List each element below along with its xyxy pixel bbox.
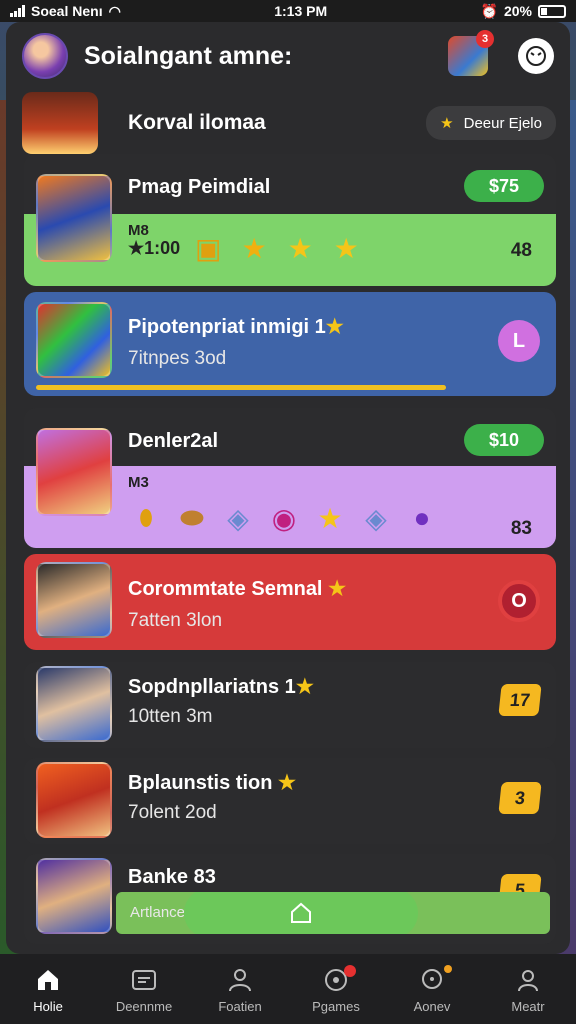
battery-percent: 20% — [503, 3, 532, 19]
player-avatar — [36, 562, 112, 638]
clock: 1:13 PM — [274, 3, 328, 19]
player-avatar — [36, 666, 112, 742]
trophy-icon: ▣ — [194, 232, 222, 264]
coin-icon: ⬮ — [139, 505, 153, 530]
carrier-label: Soeal Nenı — [31, 3, 103, 19]
egg-icon: ⬬ — [180, 501, 204, 533]
player-name: Korval ilomaa — [128, 111, 266, 134]
player-avatar — [22, 92, 98, 154]
orb-icon: ● — [413, 502, 431, 533]
bottom-tab-bar: Holie Deennme Foatien Pgames Aonev Meatr — [0, 954, 576, 1024]
tab-games[interactable]: Pgames — [296, 964, 376, 1014]
card-subtitle: 10tten 3m — [128, 706, 213, 727]
details-button[interactable]: ★ Deeur Ejelo — [426, 106, 556, 140]
time-value: ★1:00 — [128, 237, 181, 258]
rank-tag: 3 — [498, 782, 542, 814]
gem-icon: ◉ — [271, 502, 297, 534]
home-button[interactable] — [184, 892, 418, 934]
card-subtitle: 7atten 3lon — [128, 610, 223, 631]
star-icon: ★ — [325, 316, 344, 338]
tab-label: Holie — [33, 998, 63, 1014]
notification-dot — [444, 964, 452, 973]
details-label: Deeur Ejelo — [463, 114, 542, 132]
alarm-icon: ⏰ — [480, 2, 498, 19]
card-title: Pipotenpriat inmigi 1★ — [128, 316, 344, 338]
tab-label: Meatr — [511, 998, 545, 1014]
tab-label: Aonev — [413, 998, 451, 1014]
progress-bar — [36, 385, 446, 390]
game-thumbnail-button[interactable]: 3 — [448, 30, 494, 76]
score-badge: $75 — [464, 170, 544, 202]
face-icon — [526, 46, 546, 66]
tab-leaderboard[interactable]: Deennme — [104, 965, 184, 1014]
action-bar[interactable]: Artlance — [116, 892, 550, 934]
notification-badge: 3 — [476, 30, 494, 48]
tab-home[interactable]: Holie — [8, 965, 88, 1014]
score-badge: $10 — [464, 424, 544, 456]
star-icon: ★ — [241, 232, 267, 264]
tab-activity[interactable]: Aonev — [392, 964, 472, 1014]
signal-icon — [10, 5, 25, 17]
tab-label: Deennme — [115, 998, 173, 1014]
card-icon: ◈ — [365, 502, 387, 534]
profile-menu-button[interactable] — [518, 38, 554, 74]
player-avatar — [36, 858, 112, 934]
card-title: Corommtate Semnal ★ — [128, 578, 346, 600]
rank-tag: 17 — [498, 684, 542, 716]
star-icon: ★ — [328, 578, 346, 600]
header: Soialngant amne: 3 — [6, 22, 570, 90]
board-icon — [129, 965, 159, 995]
leaderboard-card[interactable]: Pipotenpriat inmigi 1★ 7itnpes 3od L — [24, 292, 556, 396]
person-icon — [513, 965, 543, 995]
home-icon — [291, 902, 311, 923]
notification-dot — [344, 964, 356, 977]
chest-icon: ◈ — [227, 502, 249, 534]
player-avatar — [36, 428, 112, 516]
star-icon: ★ — [317, 502, 343, 534]
level-label: M3 — [128, 474, 149, 491]
leaderboard-card[interactable]: Sopdnpllariatns 1★ 10tten 3m 17 — [24, 662, 556, 748]
leaderboard-card[interactable]: Corommtate Semnal ★ 7atten 3lon O — [24, 554, 556, 650]
count-value: 83 — [510, 518, 532, 539]
chat-icon — [417, 965, 447, 995]
star-icon: ★ — [333, 232, 359, 264]
battery-icon — [537, 4, 566, 18]
leaderboard-card[interactable]: Denler2al $10 M3 ⬮ ⬬ ◈ ◉ ★ ◈ ● 83 — [24, 408, 556, 548]
status-icon: O — [498, 580, 540, 622]
star-icon: ★ — [278, 772, 296, 794]
current-player-row[interactable]: Korval ilomaa ★ Deeur Ejelo — [22, 92, 556, 154]
star-icon: ★ — [295, 676, 314, 698]
leaderboard-card[interactable]: Pmag Peimdial $75 M8 ★1:00 ▣ ★ ★ ★ 48 — [24, 154, 556, 286]
home-icon — [33, 965, 63, 995]
card-title: Denler2al — [128, 430, 219, 452]
card-subtitle: 7olent 2od — [128, 802, 217, 823]
page-title: Soialngant amne: — [84, 41, 293, 70]
player-avatar — [36, 174, 112, 262]
card-title: Sopdnpllariatns 1★ — [128, 676, 314, 698]
status-bar: Soeal Nenı ◠ 1:13 PM ⏰ 20% — [0, 0, 576, 22]
action-label: Artlance — [130, 904, 186, 921]
wifi-icon: ◠ — [108, 2, 121, 19]
card-title: Banke 83 — [128, 866, 216, 888]
count-value: 48 — [510, 240, 532, 261]
tab-label: Pgames — [312, 998, 360, 1014]
tab-profile[interactable]: Meatr — [488, 965, 568, 1014]
star-icon: ★ — [287, 232, 313, 264]
card-title: Bplaunstis tion ★ — [128, 772, 296, 794]
tab-label: Foatien — [218, 998, 262, 1014]
leaderboard-panel: Soialngant amne: 3 Korval ilomaa ★ Deeur… — [6, 22, 570, 954]
rank-badge: L — [498, 320, 540, 362]
player-avatar — [36, 302, 112, 378]
card-subtitle: 7itnpes 3od — [128, 348, 227, 369]
card-title: Pmag Peimdial — [128, 176, 271, 198]
friends-icon — [225, 965, 255, 995]
profile-avatar[interactable] — [22, 33, 68, 79]
tab-friends[interactable]: Foatien — [200, 965, 280, 1014]
leaderboard-card[interactable]: Bplaunstis tion ★ 7olent 2od 3 — [24, 758, 556, 844]
star-icon: ★ — [440, 115, 454, 132]
player-avatar — [36, 762, 112, 838]
